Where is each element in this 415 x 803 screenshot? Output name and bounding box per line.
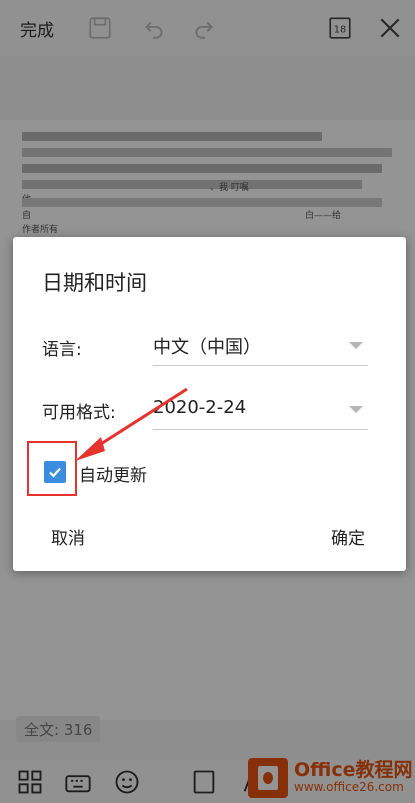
annotation-arrow-icon — [75, 387, 188, 461]
date-time-dialog: 日期和时间 语言: 中文（中国） 可用格式: 2020-2-24 自动更新 取消… — [13, 237, 406, 571]
language-label: 语言: — [42, 340, 82, 360]
chevron-down-icon[interactable] — [349, 406, 363, 413]
chevron-down-icon[interactable] — [349, 342, 363, 349]
confirm-button[interactable]: 确定 — [331, 524, 365, 549]
dialog-title: 日期和时间 — [42, 271, 147, 295]
language-underline — [153, 365, 368, 366]
cancel-button[interactable]: 取消 — [51, 524, 85, 549]
language-dropdown[interactable]: 中文（中国） — [153, 333, 261, 359]
